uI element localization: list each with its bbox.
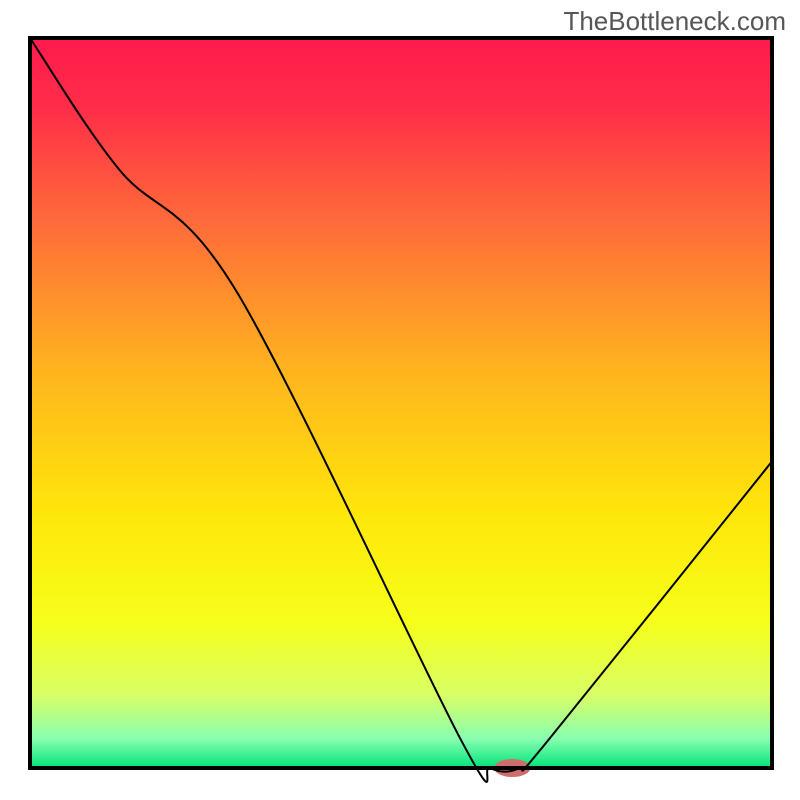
chart-frame: TheBottleneck.com (0, 0, 800, 800)
plot-background (30, 38, 772, 768)
bottleneck-chart (0, 0, 800, 800)
